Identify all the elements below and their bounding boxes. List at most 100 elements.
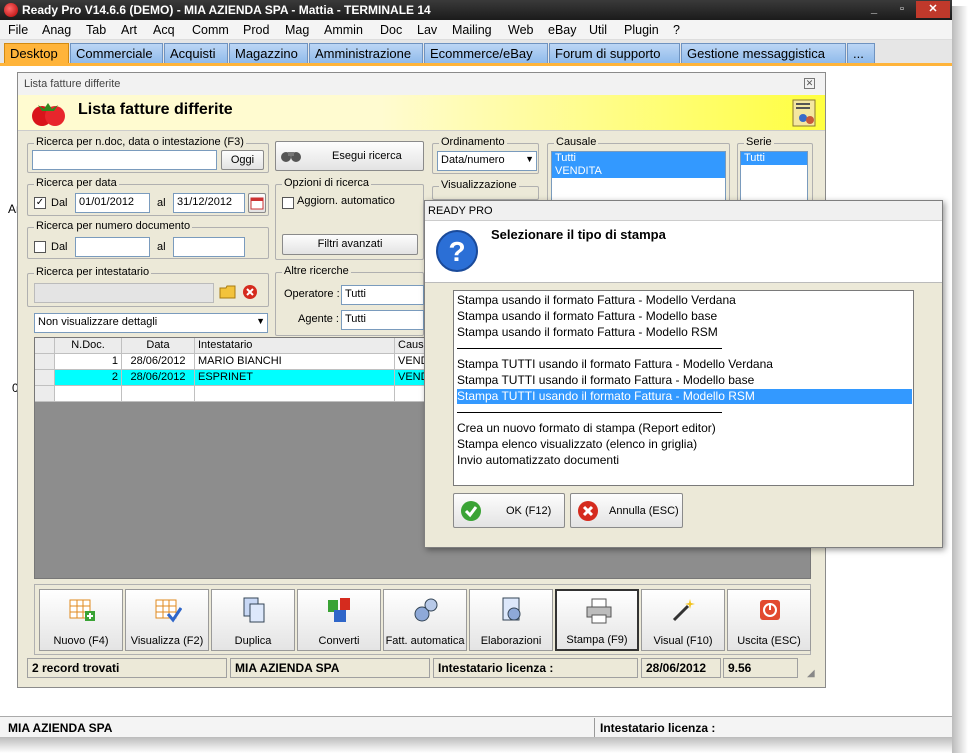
calendar-button[interactable] bbox=[248, 193, 266, 213]
cell-holder[interactable]: ESPRINET bbox=[195, 370, 395, 386]
menu-web[interactable]: Web bbox=[508, 23, 533, 37]
tab-magazzino[interactable]: Magazzino bbox=[229, 43, 308, 64]
menu-help[interactable]: ? bbox=[673, 23, 680, 37]
menu-comm[interactable]: Comm bbox=[192, 23, 229, 37]
causale-item-vendita[interactable]: VENDITA bbox=[552, 165, 725, 178]
menu-doc[interactable]: Doc bbox=[380, 23, 402, 37]
resize-grip-icon[interactable]: ◢ bbox=[807, 668, 815, 679]
menu-ebay[interactable]: eBay bbox=[548, 23, 577, 37]
agente-select[interactable]: Tutti bbox=[341, 310, 424, 330]
option-report-editor[interactable]: Crea un nuovo formato di stampa (Report … bbox=[457, 421, 912, 436]
status-records: 2 record trovati bbox=[27, 658, 227, 678]
menu-art[interactable]: Art bbox=[121, 23, 137, 37]
ok-button[interactable]: OK (F12) bbox=[453, 493, 565, 528]
printer-icon bbox=[586, 598, 612, 624]
tab-amministrazione[interactable]: Amministrazione bbox=[309, 43, 423, 64]
menu-tab[interactable]: Tab bbox=[86, 23, 106, 37]
fatt-automatica-button[interactable]: Fatt. automatica bbox=[383, 589, 467, 651]
holder-input[interactable] bbox=[34, 283, 214, 303]
tab-ecommerce[interactable]: Ecommerce/eBay bbox=[424, 43, 548, 64]
col-intestatario[interactable]: Intestatario bbox=[195, 338, 395, 354]
cell-ndoc[interactable]: 1 bbox=[55, 354, 122, 370]
nuovo-button[interactable]: Nuovo (F4) bbox=[39, 589, 123, 651]
date-from-input[interactable]: 01/01/2012 bbox=[75, 193, 150, 213]
duplica-button[interactable]: Duplica bbox=[211, 589, 295, 651]
converti-button[interactable]: Converti bbox=[297, 589, 381, 651]
row-selector[interactable] bbox=[35, 354, 55, 370]
visual-button[interactable]: Visual (F10) bbox=[641, 589, 725, 651]
visualization-label: Visualizzazione bbox=[439, 179, 519, 191]
number-from-input[interactable] bbox=[75, 237, 150, 257]
menu-plugin[interactable]: Plugin bbox=[624, 23, 659, 37]
minimize-button[interactable]: _ bbox=[860, 1, 888, 18]
cell-date[interactable]: 28/06/2012 bbox=[122, 354, 195, 370]
tab-commerciale[interactable]: Commerciale bbox=[70, 43, 163, 64]
option-auto-send[interactable]: Invio automatizzato documenti bbox=[457, 453, 912, 468]
print-options-list[interactable]: Stampa usando il formato Fattura - Model… bbox=[453, 290, 914, 486]
elaborazioni-button[interactable]: Elaborazioni bbox=[469, 589, 553, 651]
search-input[interactable] bbox=[32, 150, 217, 170]
advanced-filters-button[interactable]: Filtri avanzati bbox=[282, 234, 418, 255]
cell-date[interactable]: 28/06/2012 bbox=[122, 370, 195, 386]
row-selector[interactable] bbox=[35, 386, 55, 402]
menu-prod[interactable]: Prod bbox=[243, 23, 269, 37]
causale-list[interactable]: Tutti VENDITA bbox=[551, 151, 726, 201]
menu-mag[interactable]: Mag bbox=[285, 23, 309, 37]
menu-util[interactable]: Util bbox=[589, 23, 607, 37]
tab-messaggistica[interactable]: Gestione messaggistica bbox=[681, 43, 846, 64]
date-from-checkbox[interactable]: ✓ bbox=[34, 197, 46, 209]
option-verdana[interactable]: Stampa usando il formato Fattura - Model… bbox=[457, 293, 912, 308]
maximize-button[interactable]: ▫ bbox=[888, 1, 916, 18]
col-data[interactable]: Data bbox=[122, 338, 195, 354]
app-title: Ready Pro V14.6.6 (DEMO) - MIA AZIENDA S… bbox=[22, 3, 431, 17]
option-all-base[interactable]: Stampa TUTTI usando il formato Fattura -… bbox=[457, 373, 912, 388]
tab-desktop[interactable]: Desktop bbox=[4, 43, 69, 64]
menu-acq[interactable]: Acq bbox=[153, 23, 175, 37]
operatore-select[interactable]: Tutti bbox=[341, 285, 424, 305]
menu-lav[interactable]: Lav bbox=[417, 23, 437, 37]
number-to-input[interactable] bbox=[173, 237, 245, 257]
auto-update-checkbox[interactable] bbox=[282, 197, 294, 209]
window-caption: Lista fatture differite bbox=[24, 78, 121, 90]
date-to-input[interactable]: 31/12/2012 bbox=[173, 193, 245, 213]
window-close-icon[interactable]: ✕ bbox=[804, 78, 815, 89]
empty-cell[interactable] bbox=[55, 386, 122, 402]
folder-icon[interactable] bbox=[219, 284, 237, 300]
serie-item-tutti[interactable]: Tutti bbox=[741, 152, 807, 165]
stampa-button[interactable]: Stampa (F9) bbox=[555, 589, 639, 651]
ordering-select[interactable]: Data/numero ▼ bbox=[437, 151, 537, 171]
visualizza-button[interactable]: Visualizza (F2) bbox=[125, 589, 209, 651]
other-search-label: Altre ricerche bbox=[282, 265, 351, 277]
cell-holder[interactable]: MARIO BIANCHI bbox=[195, 354, 395, 370]
cancel-button[interactable]: Annulla (ESC) bbox=[570, 493, 683, 528]
exit-icon bbox=[760, 600, 780, 620]
tab-forum[interactable]: Forum di supporto bbox=[549, 43, 680, 64]
esegui-ricerca-button[interactable]: Esegui ricerca bbox=[275, 141, 424, 171]
close-button[interactable]: ✕ bbox=[916, 1, 950, 18]
col-ndoc[interactable]: N.Doc. bbox=[55, 338, 122, 354]
empty-cell[interactable] bbox=[195, 386, 395, 402]
empty-cell[interactable] bbox=[122, 386, 195, 402]
svg-text:?: ? bbox=[448, 236, 465, 267]
uscita-button[interactable]: Uscita (ESC) bbox=[727, 589, 811, 651]
clear-holder-icon[interactable] bbox=[242, 284, 258, 300]
menu-ammin[interactable]: Ammin bbox=[324, 23, 363, 37]
option-base[interactable]: Stampa usando il formato Fattura - Model… bbox=[457, 309, 912, 324]
window-header: Lista fatture differite bbox=[18, 95, 825, 131]
details-select[interactable]: Non visualizzare dettagli ▼ bbox=[34, 313, 268, 333]
menu-file[interactable]: File bbox=[8, 23, 28, 37]
menu-anag[interactable]: Anag bbox=[42, 23, 71, 37]
tab-acquisti[interactable]: Acquisti bbox=[164, 43, 228, 64]
oggi-button[interactable]: Oggi bbox=[221, 150, 264, 170]
tab-more[interactable]: ... bbox=[847, 43, 875, 64]
serie-list[interactable]: Tutti bbox=[740, 151, 808, 201]
option-all-rsm[interactable]: Stampa TUTTI usando il formato Fattura -… bbox=[457, 389, 912, 404]
option-rsm[interactable]: Stampa usando il formato Fattura - Model… bbox=[457, 325, 912, 340]
option-print-grid[interactable]: Stampa elenco visualizzato (elenco in gr… bbox=[457, 437, 912, 452]
menu-mailing[interactable]: Mailing bbox=[452, 23, 492, 37]
cell-ndoc[interactable]: 2 bbox=[55, 370, 122, 386]
row-selector[interactable] bbox=[35, 370, 55, 386]
number-from-checkbox[interactable] bbox=[34, 241, 46, 253]
causale-item-tutti[interactable]: Tutti bbox=[552, 152, 725, 165]
option-all-verdana[interactable]: Stampa TUTTI usando il formato Fattura -… bbox=[457, 357, 912, 372]
